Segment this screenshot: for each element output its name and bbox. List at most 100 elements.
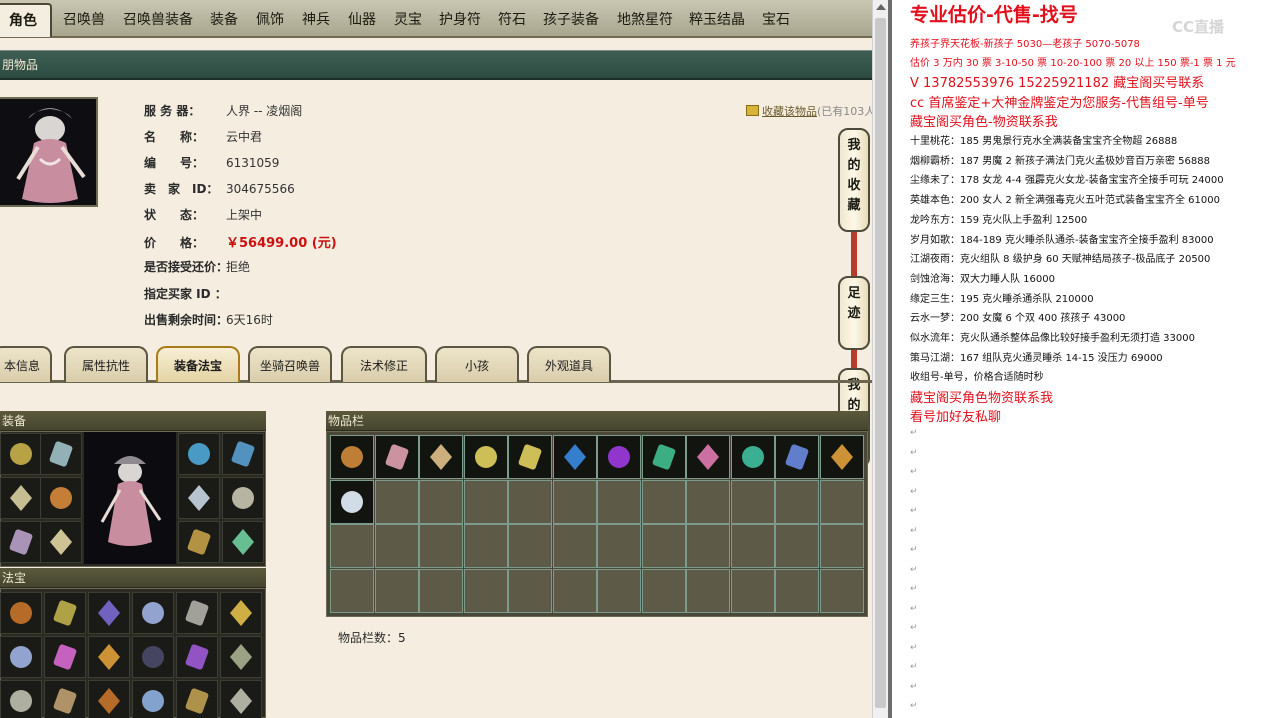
bag-slot[interactable] <box>775 435 819 479</box>
subtab-basic-info[interactable]: 本信息 <box>0 346 52 382</box>
bag-slot[interactable] <box>552 479 597 524</box>
my-favorites-button[interactable]: 我的收藏 <box>838 128 870 232</box>
nav-tab-star-rune[interactable]: 地煞星符 <box>614 6 676 34</box>
bag-slot[interactable] <box>730 524 775 568</box>
bag-slot[interactable] <box>330 524 374 568</box>
bag-slot[interactable] <box>419 568 463 613</box>
nav-tab-gem[interactable]: 宝石 <box>758 6 794 34</box>
bag-slot[interactable] <box>463 479 508 524</box>
magic-slot[interactable] <box>220 680 262 718</box>
bag-slot[interactable] <box>730 479 775 524</box>
bag-slot[interactable] <box>552 435 597 479</box>
bag-slot[interactable] <box>641 479 686 524</box>
subtab-attributes[interactable]: 属性抗性 <box>64 346 148 382</box>
footprint-button[interactable]: 足迹 <box>838 276 870 350</box>
magic-slot[interactable] <box>0 636 42 678</box>
magic-slot[interactable] <box>88 636 130 678</box>
scroll-up-icon[interactable] <box>876 4 886 10</box>
nav-tab-artifact[interactable]: 仙器 <box>344 6 380 34</box>
bag-slot[interactable] <box>730 435 775 479</box>
bag-slot[interactable] <box>330 435 374 479</box>
subtab-equip-treasure[interactable]: 装备法宝 <box>156 346 240 382</box>
bag-slot[interactable] <box>508 479 552 524</box>
equip-slot[interactable] <box>222 477 264 519</box>
nav-tab-role[interactable]: 角色 <box>0 3 52 37</box>
magic-slot[interactable] <box>0 680 42 718</box>
magic-slot[interactable] <box>132 636 174 678</box>
equip-slot[interactable] <box>0 521 42 563</box>
favorite-link[interactable]: 收藏该物品(已有103人 <box>746 103 872 119</box>
bag-slot[interactable] <box>552 568 597 613</box>
subtab-appearance[interactable]: 外观道具 <box>527 346 611 382</box>
magic-slot[interactable] <box>176 680 218 718</box>
nav-tab-jade-crystal[interactable]: 粹玉结晶 <box>686 6 748 34</box>
equip-slot[interactable] <box>0 433 42 475</box>
equip-slot[interactable] <box>222 433 264 475</box>
magic-slot[interactable] <box>220 592 262 634</box>
vertical-scrollbar[interactable] <box>872 0 888 718</box>
bag-slot[interactable] <box>775 568 819 613</box>
equip-slot[interactable] <box>178 521 220 563</box>
bag-slot[interactable] <box>374 568 419 613</box>
bag-slot[interactable] <box>374 479 419 524</box>
magic-slot[interactable] <box>44 636 86 678</box>
magic-slot[interactable] <box>176 636 218 678</box>
equip-slot[interactable] <box>178 477 220 519</box>
nav-tab-lingbao[interactable]: 灵宝 <box>390 6 426 34</box>
nav-tab-pet-equip[interactable]: 召唤兽装备 <box>120 6 196 34</box>
bag-slot[interactable] <box>686 435 730 479</box>
nav-tab-equip[interactable]: 装备 <box>206 6 242 34</box>
equip-slot[interactable] <box>0 477 42 519</box>
bag-slot[interactable] <box>597 524 641 568</box>
bag-slot[interactable] <box>686 524 730 568</box>
bag-slot[interactable] <box>641 524 686 568</box>
bag-slot[interactable] <box>641 568 686 613</box>
bag-slot[interactable] <box>730 568 775 613</box>
bag-slot[interactable] <box>819 479 864 524</box>
bag-slot[interactable] <box>775 524 819 568</box>
bag-slot[interactable] <box>330 568 374 613</box>
equip-slot[interactable] <box>40 521 82 563</box>
equip-slot[interactable] <box>40 433 82 475</box>
bag-slot[interactable] <box>819 568 864 613</box>
equip-slot[interactable] <box>178 433 220 475</box>
nav-tab-weapon[interactable]: 神兵 <box>298 6 334 34</box>
magic-slot[interactable] <box>0 592 42 634</box>
bag-slot[interactable] <box>419 435 463 479</box>
bag-slot[interactable] <box>374 435 419 479</box>
bag-slot[interactable] <box>597 435 641 479</box>
bag-slot[interactable] <box>330 479 374 524</box>
bag-slot[interactable] <box>775 479 819 524</box>
magic-slot[interactable] <box>132 680 174 718</box>
magic-slot[interactable] <box>88 680 130 718</box>
magic-slot[interactable] <box>44 592 86 634</box>
bag-slot[interactable] <box>463 568 508 613</box>
magic-slot[interactable] <box>176 592 218 634</box>
subtab-mount-pet[interactable]: 坐骑召唤兽 <box>248 346 332 382</box>
nav-tab-pet[interactable]: 召唤兽 <box>60 6 108 34</box>
bag-slot[interactable] <box>597 479 641 524</box>
nav-tab-rune[interactable]: 符石 <box>494 6 530 34</box>
nav-tab-accessory[interactable]: 佩饰 <box>252 6 288 34</box>
magic-slot[interactable] <box>220 636 262 678</box>
bag-slot[interactable] <box>463 524 508 568</box>
bag-slot[interactable] <box>508 435 552 479</box>
equip-slot[interactable] <box>40 477 82 519</box>
bag-slot[interactable] <box>819 524 864 568</box>
bag-slot[interactable] <box>597 568 641 613</box>
magic-slot[interactable] <box>88 592 130 634</box>
nav-tab-child-equip[interactable]: 孩子装备 <box>540 6 602 34</box>
equip-slot[interactable] <box>222 521 264 563</box>
bag-slot[interactable] <box>686 568 730 613</box>
bag-slot[interactable] <box>641 435 686 479</box>
bag-slot[interactable] <box>686 479 730 524</box>
bag-slot[interactable] <box>463 435 508 479</box>
nav-tab-amulet[interactable]: 护身符 <box>434 6 486 34</box>
scroll-thumb[interactable] <box>875 18 886 708</box>
bag-slot[interactable] <box>419 479 463 524</box>
bag-slot[interactable] <box>419 524 463 568</box>
magic-slot[interactable] <box>132 592 174 634</box>
subtab-child[interactable]: 小孩 <box>435 346 519 382</box>
bag-slot[interactable] <box>552 524 597 568</box>
magic-slot[interactable] <box>44 680 86 718</box>
